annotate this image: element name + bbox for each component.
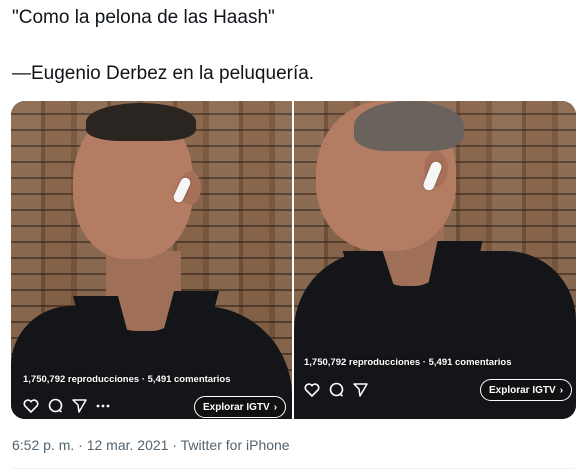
media-photo-right[interactable]: 1,750,792 reproducciones · 5,491 comenta…: [294, 101, 576, 419]
meta-separator: ·: [168, 437, 181, 453]
explore-igtv-label: Explorar IGTV: [203, 401, 270, 413]
igtv-stats: 1,750,792 reproducciones · 5,491 comenta…: [23, 374, 231, 385]
tweet-client[interactable]: Twitter for iPhone: [181, 437, 290, 453]
comment-icon[interactable]: [329, 382, 344, 397]
comment-icon[interactable]: [48, 398, 63, 413]
more-icon[interactable]: [96, 404, 110, 408]
tweet-media[interactable]: 1,750,792 reproducciones · 5,491 comenta…: [11, 101, 576, 419]
heart-icon[interactable]: [23, 398, 39, 413]
media-photo-left[interactable]: 1,750,792 reproducciones · 5,491 comenta…: [11, 101, 292, 419]
divider: [12, 468, 574, 469]
explore-igtv-button[interactable]: Explorar IGTV ›: [480, 379, 573, 401]
share-icon[interactable]: [72, 398, 87, 413]
heart-icon[interactable]: [304, 382, 320, 397]
chevron-right-icon: ›: [559, 384, 564, 396]
igtv-actions: [304, 382, 368, 397]
igtv-stats: 1,750,792 reproducciones · 5,491 comenta…: [304, 357, 512, 368]
tweet-time[interactable]: 6:52 p. m.: [12, 437, 74, 453]
chevron-right-icon: ›: [273, 401, 278, 413]
share-icon[interactable]: [353, 382, 368, 397]
tweet-text: "Como la pelona de las Haash" —Eugenio D…: [12, 6, 572, 86]
tweet-text-line-2: —Eugenio Derbez en la peluquería.: [12, 63, 315, 84]
explore-igtv-label: Explorar IGTV: [489, 384, 556, 396]
meta-separator: ·: [74, 437, 87, 453]
igtv-actions: [23, 398, 110, 413]
explore-igtv-button[interactable]: Explorar IGTV ›: [194, 396, 287, 418]
tweet-date[interactable]: 12 mar. 2021: [87, 437, 169, 453]
tweet-text-line-1: "Como la pelona de las Haash": [12, 7, 275, 28]
tweet-meta: 6:52 p. m. · 12 mar. 2021 · Twitter for …: [12, 437, 290, 453]
